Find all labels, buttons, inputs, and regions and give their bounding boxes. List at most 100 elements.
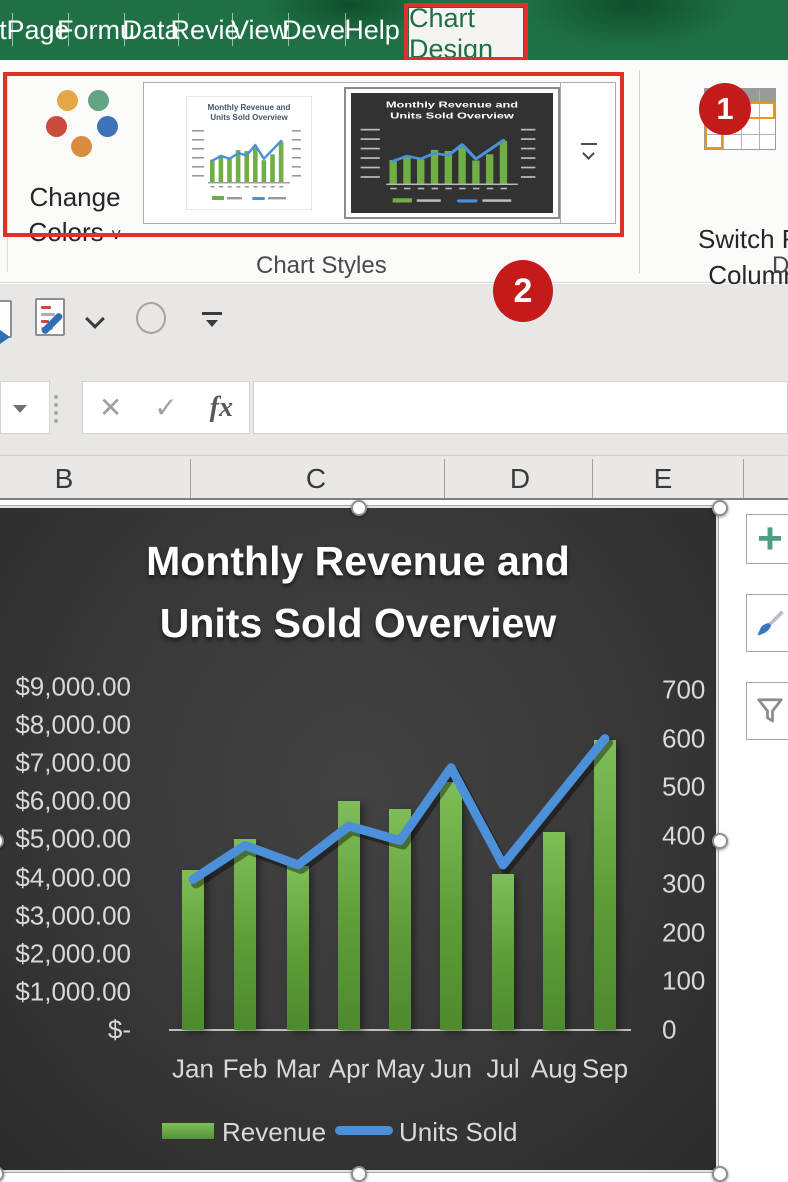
month-label-jan[interactable]: Jan (172, 1054, 214, 1085)
tab-separator (124, 13, 125, 46)
bar-sep[interactable] (594, 740, 616, 1030)
plus-icon: + (757, 514, 783, 563)
month-label-sep[interactable]: Sep (582, 1054, 628, 1085)
month-label-apr[interactable]: Apr (329, 1054, 369, 1085)
group-divider (639, 70, 640, 273)
chart-object[interactable]: Monthly Revenue and Units Sold Overview … (0, 500, 728, 1182)
column-header-c[interactable]: C (306, 463, 326, 495)
selection-handle[interactable] (351, 500, 367, 516)
tab-data[interactable]: Data (122, 0, 179, 60)
legend-units-sold-label[interactable]: Units Sold (399, 1117, 518, 1148)
excel-window: t Page Formu Data Revie View Devel Help Chart D… (0, 0, 788, 1182)
tab-page[interactable]: Page (6, 0, 69, 60)
svg-text:Monthly Revenue and: Monthly Revenue and (208, 103, 291, 112)
column-header-b[interactable]: B (55, 463, 74, 495)
month-label-mar[interactable]: Mar (276, 1054, 321, 1085)
bar-aug[interactable] (543, 831, 565, 1030)
change-colors-label2: Colors ˅ (28, 217, 122, 247)
bar-feb[interactable] (234, 839, 256, 1030)
edit-document-button[interactable] (35, 298, 79, 346)
month-label-may[interactable]: May (375, 1054, 424, 1085)
right-axis-tick: 300 (662, 868, 706, 899)
left-axis-tick: $2,000.00 (15, 938, 131, 969)
tab-separator (68, 13, 69, 46)
bar-jan[interactable] (182, 869, 204, 1030)
left-axis-tick: $5,000.00 (15, 823, 131, 854)
chart-style-2-thumbnail-selected[interactable]: Monthly Revenue and Units Sold Overview (344, 87, 560, 219)
chart-filters-button[interactable] (746, 682, 788, 740)
left-axis-tick: $1,000.00 (15, 976, 131, 1007)
change-colors-label: Change (29, 182, 121, 212)
svg-text:Units Sold Overview: Units Sold Overview (390, 111, 514, 120)
annotation-badge-2: 2 (493, 260, 553, 322)
qat-dropdown-arrow-icon[interactable] (206, 320, 218, 327)
ribbon-content: Change Colors ˅ Monthly Revenue and Units… (0, 60, 788, 290)
gallery-more-button[interactable] (560, 83, 615, 223)
chart-title[interactable]: Monthly Revenue and Units Sold Overview (0, 530, 720, 654)
bar-jul[interactable] (492, 873, 514, 1030)
color-dot-orange-icon (71, 136, 92, 157)
name-box-dropdown-icon[interactable] (13, 405, 27, 413)
gallery-more-icon (581, 143, 597, 145)
column-header-e[interactable]: E (654, 463, 673, 495)
formula-input[interactable] (253, 381, 788, 434)
chevron-down-icon[interactable] (85, 309, 105, 329)
enter-button[interactable]: ✓ (138, 391, 193, 424)
formula-buttons: ✕ ✓ fx (82, 381, 250, 434)
ellipse-shape-icon[interactable] (136, 302, 166, 334)
svg-text:Units Sold Overview: Units Sold Overview (210, 113, 288, 122)
selection-handle[interactable] (712, 500, 728, 516)
tab-help[interactable]: Help (344, 0, 400, 60)
selection-handle[interactable] (712, 833, 728, 849)
insert-function-button[interactable]: fx (194, 392, 249, 424)
formula-bar-resize-handle[interactable] (54, 395, 58, 427)
selection-handle[interactable] (0, 833, 4, 849)
export-arrow-icon (0, 330, 10, 344)
left-axis-tick: $4,000.00 (15, 862, 131, 893)
formula-bar-row: ✕ ✓ fx (0, 378, 788, 455)
left-axis-tick: $7,000.00 (15, 747, 131, 778)
left-axis-tick: $3,000.00 (15, 900, 131, 931)
tab-devel[interactable]: Devel (282, 0, 351, 60)
qat-dropdown-line-icon (202, 312, 222, 315)
month-label-jun[interactable]: Jun (430, 1054, 472, 1085)
bar-apr[interactable] (338, 801, 360, 1030)
tab-formu[interactable]: Formu (57, 0, 135, 60)
right-axis-tick: 200 (662, 917, 706, 948)
bar-jun[interactable] (440, 782, 462, 1030)
right-axis-tick: 100 (662, 965, 706, 996)
legend-units-sold-swatch (335, 1126, 393, 1135)
chart-elements-button[interactable]: + (746, 514, 788, 564)
tab-separator (345, 13, 346, 46)
gallery-more-chevron-icon (582, 147, 595, 160)
tab-separator (178, 13, 179, 46)
legend-revenue-label[interactable]: Revenue (222, 1117, 326, 1148)
bar-may[interactable] (389, 808, 411, 1030)
selection-handle[interactable] (351, 1166, 367, 1182)
chart-style-1-thumbnail[interactable]: Monthly Revenue and Units Sold Overview (185, 95, 313, 211)
color-dot-amber-icon (57, 90, 78, 111)
chart-styles-button[interactable] (746, 594, 788, 652)
tab-separator (232, 13, 233, 46)
change-colors-button[interactable]: Change Colors ˅ (10, 74, 140, 247)
ribbon-tab-bar: t Page Formu Data Revie View Devel Help Chart D… (0, 0, 788, 60)
legend-revenue-swatch (162, 1123, 214, 1139)
cancel-button[interactable]: ✕ (83, 391, 138, 424)
month-label-feb[interactable]: Feb (223, 1054, 268, 1085)
tab-view[interactable]: View (231, 0, 289, 60)
color-dot-blue-icon (97, 116, 118, 137)
bar-mar[interactable] (287, 866, 309, 1030)
titlebar-decoration (520, 0, 740, 50)
tab-revie[interactable]: Revie (170, 0, 239, 60)
chevron-down-icon: ˅ (110, 225, 122, 245)
left-axis-tick: $9,000.00 (15, 671, 131, 702)
selection-handle[interactable] (712, 1166, 728, 1182)
month-label-jul[interactable]: Jul (486, 1054, 519, 1085)
month-label-aug[interactable]: Aug (531, 1054, 577, 1085)
paintbrush-icon (757, 610, 784, 636)
name-box[interactable] (0, 381, 50, 434)
group-edge-divider (7, 72, 8, 272)
tab-separator (288, 13, 289, 46)
chart-styles-gallery: Monthly Revenue and Units Sold Overview M… (143, 82, 616, 224)
column-header-d[interactable]: D (510, 463, 530, 495)
